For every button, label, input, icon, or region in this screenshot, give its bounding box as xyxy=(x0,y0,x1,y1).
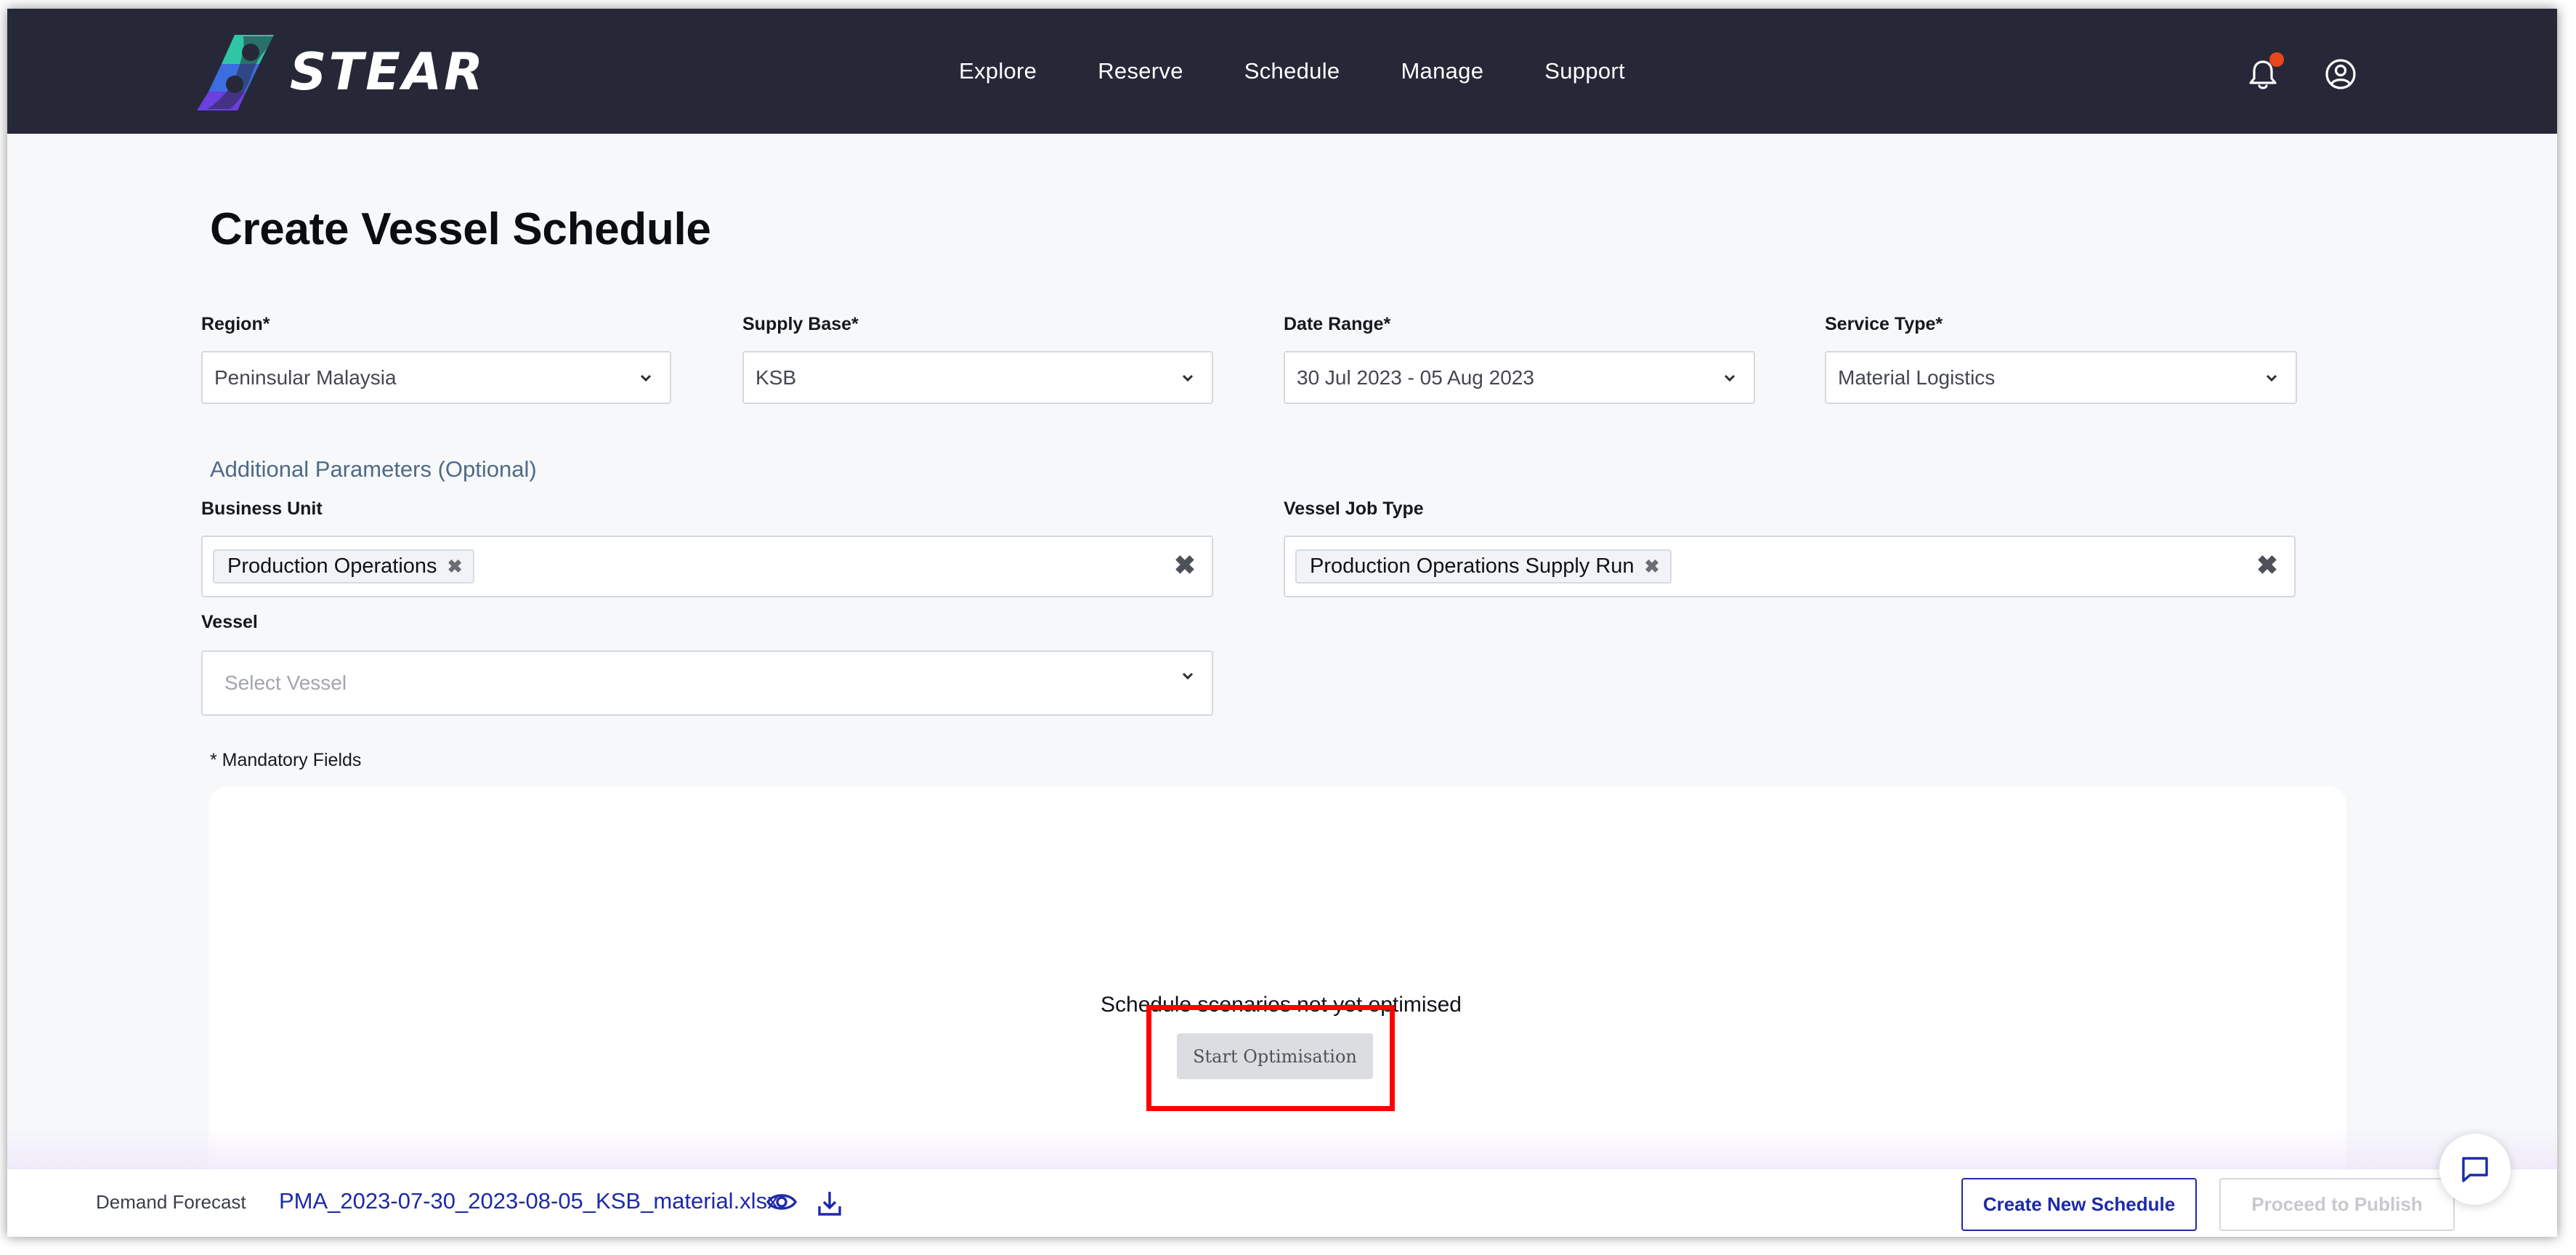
vessel-label: Vessel xyxy=(201,612,258,632)
tag-label: Production Operations xyxy=(227,554,437,578)
date-range-value: 30 Jul 2023 - 05 Aug 2023 xyxy=(1297,366,1534,389)
clear-all-icon[interactable]: ✖ xyxy=(2256,550,2278,581)
region-value: Peninsular Malaysia xyxy=(214,366,397,389)
vessel-placeholder: Select Vessel xyxy=(224,671,347,694)
service-type-label: Service Type* xyxy=(1825,314,1943,334)
notification-dot xyxy=(2269,52,2284,67)
mandatory-fields-note: * Mandatory Fields xyxy=(210,750,362,770)
date-range-select[interactable]: 30 Jul 2023 - 05 Aug 2023 xyxy=(1284,351,1755,404)
date-range-label: Date Range* xyxy=(1284,314,1391,334)
tag-label: Production Operations Supply Run xyxy=(1310,554,1635,578)
proceed-to-publish-button[interactable]: Proceed to Publish xyxy=(2219,1178,2455,1231)
region-select[interactable]: Peninsular Malaysia xyxy=(201,351,671,404)
business-unit-multiselect[interactable]: Production Operations ✖ ✖ xyxy=(201,536,1213,597)
vessel-job-type-tag: Production Operations Supply Run ✖ xyxy=(1295,549,1672,584)
user-account-icon[interactable] xyxy=(2325,58,2357,90)
app-window: STEAR Explore Reserve Schedule Manage Su… xyxy=(7,9,2557,1237)
region-label: Region* xyxy=(201,314,270,334)
chevron-down-icon xyxy=(1182,672,1194,680)
demand-forecast-file-link[interactable]: PMA_2023-07-30_2023-08-05_KSB_material.x… xyxy=(279,1188,779,1214)
nav-manage[interactable]: Manage xyxy=(1401,58,1483,84)
supply-base-value: KSB xyxy=(756,366,797,389)
create-new-schedule-button[interactable]: Create New Schedule xyxy=(1961,1178,2197,1231)
vessel-job-type-label: Vessel Job Type xyxy=(1284,499,1424,519)
demand-forecast-label: Demand Forecast xyxy=(96,1191,246,1213)
main-nav: Explore Reserve Schedule Manage Support xyxy=(959,9,1625,134)
nav-support[interactable]: Support xyxy=(1544,58,1625,84)
business-unit-tag: Production Operations ✖ xyxy=(213,549,474,584)
clear-all-icon[interactable]: ✖ xyxy=(1174,550,1196,581)
chevron-down-icon xyxy=(2266,374,2277,382)
nav-schedule[interactable]: Schedule xyxy=(1244,58,1340,84)
chat-icon[interactable] xyxy=(2439,1134,2511,1205)
nav-reserve[interactable]: Reserve xyxy=(1098,58,1183,84)
logo-mark-icon xyxy=(193,31,285,113)
supply-base-label: Supply Base* xyxy=(742,314,859,334)
additional-parameters-heading: Additional Parameters (Optional) xyxy=(210,456,537,482)
business-unit-label: Business Unit xyxy=(201,499,323,519)
stear-logo[interactable]: STEAR xyxy=(193,31,485,113)
download-icon[interactable] xyxy=(814,1188,845,1219)
vessel-select[interactable]: Select Vessel xyxy=(201,650,1213,716)
remove-tag-icon[interactable]: ✖ xyxy=(1645,556,1660,578)
top-navbar: STEAR Explore Reserve Schedule Manage Su… xyxy=(7,9,2557,134)
remove-tag-icon[interactable]: ✖ xyxy=(447,556,463,578)
chevron-down-icon xyxy=(1182,374,1194,382)
nav-explore[interactable]: Explore xyxy=(959,58,1037,84)
eye-icon[interactable] xyxy=(766,1188,798,1216)
chevron-down-icon xyxy=(1724,374,1735,382)
supply-base-select[interactable]: KSB xyxy=(742,351,1213,404)
vessel-job-type-multiselect[interactable]: Production Operations Supply Run ✖ ✖ xyxy=(1284,536,2296,597)
chevron-down-icon xyxy=(640,374,652,382)
page-title: Create Vessel Schedule xyxy=(210,204,711,254)
footer-bar: Demand Forecast PMA_2023-07-30_2023-08-0… xyxy=(7,1169,2557,1237)
service-type-value: Material Logistics xyxy=(1838,366,1996,389)
service-type-select[interactable]: Material Logistics xyxy=(1825,351,2297,404)
highlight-box xyxy=(1146,1005,1395,1111)
brand-name: STEAR xyxy=(290,42,486,102)
